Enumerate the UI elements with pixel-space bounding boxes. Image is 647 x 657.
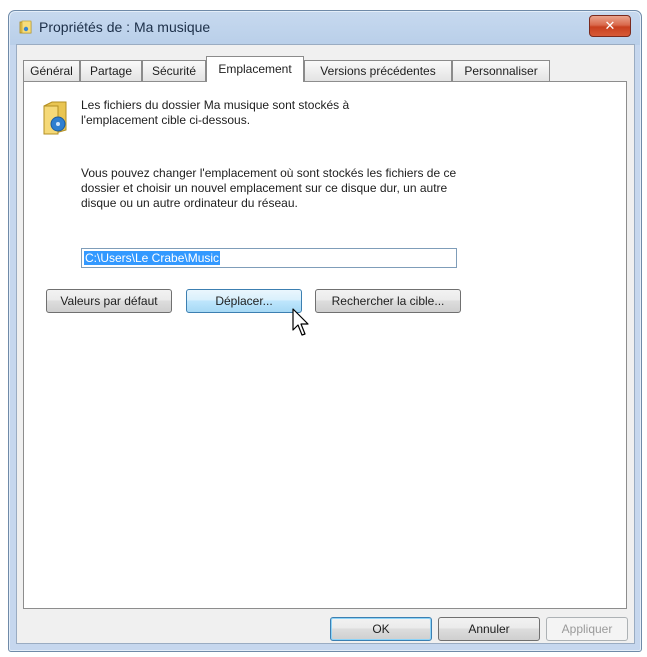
- location-help-text: Vous pouvez changer l'emplacement où son…: [81, 166, 457, 210]
- window-title: Propriétés de : Ma musique: [39, 19, 211, 35]
- restore-default-button[interactable]: Valeurs par défaut: [46, 289, 172, 313]
- cancel-button[interactable]: Annuler: [438, 617, 540, 641]
- target-path-field[interactable]: C:\Users\Le Crabe\Music: [81, 248, 457, 268]
- tab-previous-versions[interactable]: Versions précédentes: [304, 60, 452, 81]
- title-bar[interactable]: Propriétés de : Ma musique ✕: [9, 11, 641, 43]
- tab-security[interactable]: Sécurité: [142, 60, 206, 81]
- dialog-client-area: Général Partage Sécurité Emplacement Ver…: [16, 44, 635, 644]
- location-description: Les fichiers du dossier Ma musique sont …: [81, 98, 350, 127]
- target-path-value: C:\Users\Le Crabe\Music: [84, 251, 221, 265]
- find-target-button[interactable]: Rechercher la cible...: [315, 289, 461, 313]
- properties-dialog: Propriétés de : Ma musique ✕ Général Par…: [8, 10, 642, 652]
- tab-customize[interactable]: Personnaliser: [452, 60, 550, 81]
- music-folder-icon: [43, 101, 67, 135]
- folder-music-icon: [19, 20, 32, 34]
- move-button[interactable]: Déplacer...: [186, 289, 302, 313]
- tab-general[interactable]: Général: [23, 60, 80, 81]
- tab-location[interactable]: Emplacement: [206, 56, 304, 82]
- apply-button[interactable]: Appliquer: [546, 617, 628, 641]
- background-page-strip: [0, 0, 647, 8]
- location-tab-panel: Les fichiers du dossier Ma musique sont …: [23, 81, 627, 609]
- ok-button[interactable]: OK: [330, 617, 432, 641]
- tab-sharing[interactable]: Partage: [80, 60, 142, 81]
- close-button[interactable]: ✕: [589, 15, 631, 37]
- mouse-pointer-icon: [292, 308, 309, 336]
